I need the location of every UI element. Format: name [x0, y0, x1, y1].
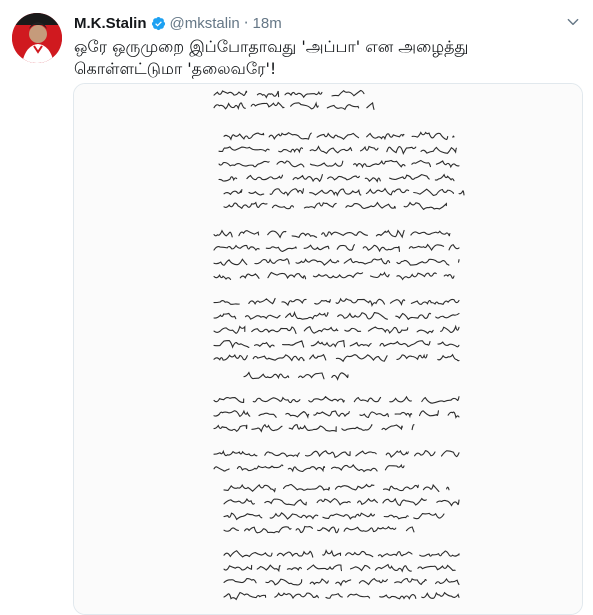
avatar[interactable]: [12, 13, 62, 63]
verified-badge-icon: [151, 16, 166, 31]
handwriting-stroke: [452, 135, 455, 138]
chevron-down-icon[interactable]: [565, 14, 581, 30]
tweet-media-image[interactable]: [73, 83, 583, 615]
tweet: M.K.Stalin @mkstalin · 18m ஒரே ஒருமுறை இ…: [0, 0, 593, 615]
tweet-text: ஒரே ஒருமுறை இப்போதாவது 'அப்பா' என அழைத்த…: [74, 36, 514, 80]
handwriting-stroke: [457, 259, 460, 263]
author-handle[interactable]: @mkstalin: [170, 15, 240, 32]
tweet-text-line-1: ஒரே ஒருமுறை இப்போதாவது 'அப்பா' என அழைத்த…: [74, 37, 469, 56]
tweet-header: M.K.Stalin @mkstalin · 18m: [74, 13, 282, 33]
handwritten-letter-image: [74, 84, 582, 614]
tweet-text-line-2: கொள்ளட்டுமா 'தலைவரே'!: [74, 59, 277, 78]
author-name[interactable]: M.K.Stalin: [74, 15, 147, 32]
avatar-image: [12, 13, 62, 63]
tweet-timestamp[interactable]: 18m: [253, 15, 282, 32]
separator-dot: ·: [243, 14, 249, 32]
